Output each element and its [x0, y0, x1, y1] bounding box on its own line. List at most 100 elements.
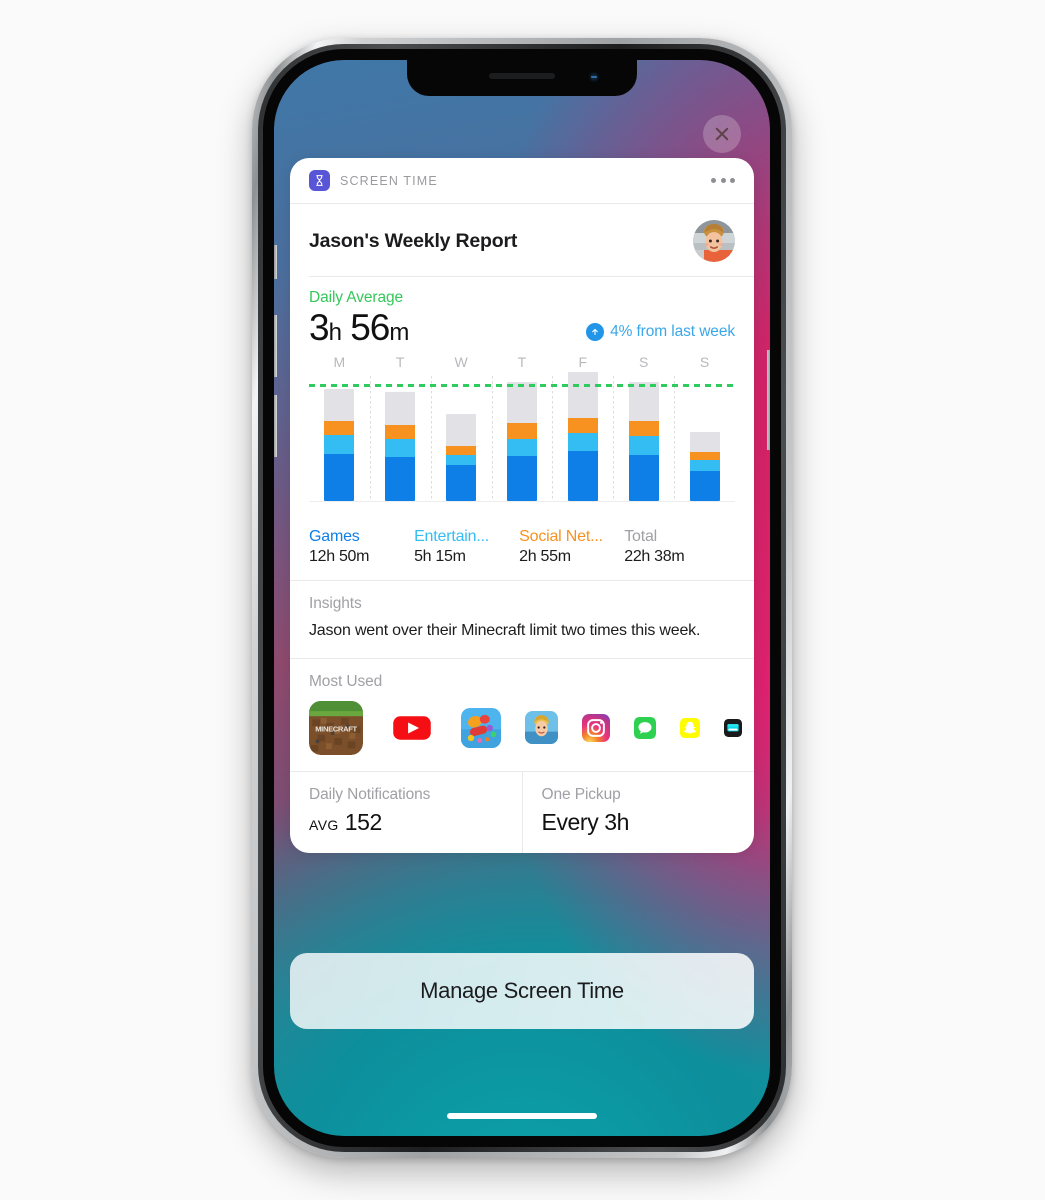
snapchat-app-icon[interactable]	[680, 717, 700, 738]
bar-segment	[324, 420, 355, 435]
legend-category-name: Entertain...	[414, 527, 490, 545]
chart-bar[interactable]	[613, 376, 674, 501]
bar-segment	[628, 435, 659, 456]
legend-category-value: 22h 38m	[624, 547, 685, 565]
legend-item: Total 22h 38m	[624, 528, 735, 566]
screen-time-notification-card[interactable]: SCREEN TIME Jason's Weekly Report Daily …	[290, 158, 754, 853]
daily-average-row: 3h 56m 4% from last week	[309, 307, 735, 348]
avg-minutes-unit: m	[389, 319, 409, 346]
bar-segment	[324, 434, 355, 455]
bottom-stats: Daily Notifications AVG 152 One Pickup E…	[290, 771, 755, 853]
usage-chart-block: Daily Average 3h 56m 4% from last week M…	[290, 277, 754, 516]
earpiece-speaker	[489, 73, 555, 79]
daily-average-value: 3h 56m	[309, 307, 409, 348]
bar-segment	[446, 465, 477, 501]
more-options-icon[interactable]	[711, 178, 735, 183]
one-pickup-stat: One Pickup Every 3h	[521, 771, 755, 853]
bar-segment	[628, 455, 659, 501]
manage-screen-time-button[interactable]: Manage Screen Time	[290, 953, 754, 1029]
chart-day-label: T	[395, 353, 405, 370]
most-used-label: Most Used	[309, 672, 383, 690]
daily-average-label: Daily Average	[309, 289, 404, 306]
photos-app-icon[interactable]	[525, 711, 558, 745]
bar-segment	[324, 389, 355, 421]
youtube-app-icon[interactable]	[387, 702, 437, 753]
avg-hours-unit: h	[328, 319, 342, 346]
bar-segment	[507, 438, 537, 457]
legend-category-name: Total	[624, 527, 658, 545]
daily-notifications-stat: Daily Notifications AVG 152	[290, 772, 522, 853]
chart-legend: Games 12h 50m Entertain... 5h 15m Social Net…	[290, 516, 754, 580]
chart-day-label: M	[333, 353, 346, 370]
bar-segment	[689, 452, 720, 461]
chart-day-labels: MTWTFSS	[309, 354, 735, 376]
card-title-row: Jason's Weekly Report	[290, 204, 754, 276]
chart-day-label: S	[638, 353, 649, 370]
manage-screen-time-label: Manage Screen Time	[420, 978, 624, 1003]
chart-plot-area	[309, 371, 735, 502]
insights-text: Jason went over their Minecraft limit tw…	[309, 621, 701, 639]
messages-app-icon[interactable]	[634, 716, 656, 739]
candycrush-app-icon[interactable]	[461, 707, 501, 748]
screenshot-stage: SCREEN TIME Jason's Weekly Report Daily …	[0, 0, 1045, 1200]
bar-segment	[507, 381, 537, 423]
mute-switch[interactable]	[274, 245, 277, 279]
bar-segment	[689, 460, 720, 472]
chart-bar[interactable]	[674, 376, 735, 501]
chart-bar[interactable]	[492, 376, 553, 501]
bar-segment	[507, 456, 537, 501]
app-name-label: SCREEN TIME	[340, 173, 438, 188]
legend-item: Social Net... 2h 55m	[519, 528, 624, 566]
notifications-count: 152	[344, 808, 383, 835]
most-used-block: Most Used MINECRAFT	[290, 659, 754, 771]
bar-segment	[689, 431, 720, 453]
home-indicator[interactable]	[447, 1113, 597, 1119]
bar-segment	[628, 381, 659, 421]
instagram-app-icon[interactable]	[582, 713, 610, 742]
chart-day-label: T	[517, 353, 527, 370]
phone-screen: SCREEN TIME Jason's Weekly Report Daily …	[274, 60, 770, 1136]
chart-bar[interactable]	[370, 376, 431, 501]
daily-notifications-label: Daily Notifications	[309, 785, 431, 803]
one-pickup-label: One Pickup	[541, 785, 621, 803]
close-button[interactable]	[703, 115, 741, 153]
weekly-bar-chart[interactable]: MTWTFSS	[309, 354, 735, 502]
legend-category-value: 12h 50m	[309, 547, 370, 565]
legend-category-value: 2h 55m	[519, 547, 571, 565]
chart-bar[interactable]	[552, 371, 613, 501]
bar-segment	[446, 445, 477, 456]
arrow-up-icon	[586, 322, 605, 341]
tv-app-icon[interactable]	[724, 718, 742, 737]
most-used-app-list: MINECRAFT	[309, 700, 742, 755]
bar-segment	[385, 392, 416, 425]
bar-segment	[446, 455, 477, 466]
front-camera	[589, 72, 599, 82]
bar-segment	[689, 471, 720, 501]
insights-label: Insights	[309, 594, 362, 612]
bar-segment	[628, 420, 659, 436]
bar-segment	[567, 371, 598, 418]
bar-segment	[324, 454, 355, 501]
power-button[interactable]	[767, 350, 770, 450]
svg-text:MINECRAFT: MINECRAFT	[315, 724, 357, 733]
bar-segment	[507, 422, 537, 439]
bar-segment	[385, 438, 416, 458]
volume-up-button[interactable]	[274, 315, 277, 377]
chart-bar[interactable]	[309, 376, 370, 501]
avg-prefix: AVG	[309, 816, 339, 833]
minecraft-app-icon[interactable]: MINECRAFT	[309, 700, 363, 755]
hourglass-icon	[309, 170, 330, 191]
chart-bar[interactable]	[431, 376, 492, 501]
daily-notifications-value: AVG 152	[309, 809, 503, 836]
weekly-change: 4% from last week	[586, 322, 735, 341]
volume-down-button[interactable]	[274, 395, 277, 457]
legend-category-value: 5h 15m	[414, 547, 466, 565]
close-icon	[715, 127, 729, 141]
bar-segment	[567, 432, 598, 452]
phone-frame: SCREEN TIME Jason's Weekly Report Daily …	[252, 38, 792, 1158]
avg-hours: 3	[309, 307, 330, 348]
weekly-change-label: 4% from last week	[610, 322, 735, 340]
avatar[interactable]	[693, 220, 735, 262]
one-pickup-value: Every 3h	[541, 808, 630, 835]
bar-segment	[385, 424, 416, 439]
